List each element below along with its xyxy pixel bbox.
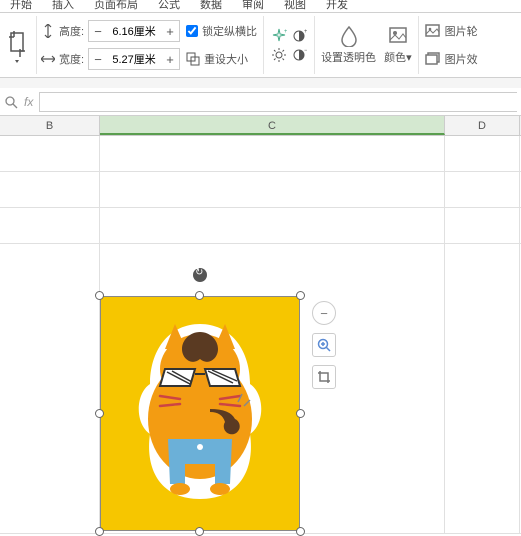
tab-review[interactable]: 审阅 [232,0,274,12]
formula-bar: fx [0,88,521,116]
reset-size-button[interactable]: 重设大小 [184,46,259,72]
set-transparent-label: 设置透明色 [321,49,376,65]
droplet-icon [338,25,360,47]
tab-insert[interactable]: 插入 [42,0,84,12]
height-label: 高度: [59,23,84,39]
col-header-b[interactable]: B [0,116,100,135]
width-minus-button[interactable]: − [89,49,107,69]
pic-border-button[interactable]: 图片轮 [425,18,478,44]
menu-tabs: 开始 插入 页面布局 公式 数据 审阅 视图 开发 [0,0,521,13]
crop-icon [317,370,331,384]
resize-handle-ne[interactable] [296,291,305,300]
spreadsheet-grid[interactable]: B C D [0,116,521,536]
resize-handle-w[interactable] [95,409,104,418]
lock-ratio-checkbox[interactable]: 锁定纵横比 [184,18,259,44]
pic-effect-label: 图片效 [445,51,478,67]
tab-formula[interactable]: 公式 [148,0,190,12]
tab-layout[interactable]: 页面布局 [84,0,148,12]
height-minus-button[interactable]: − [89,21,107,41]
set-transparent-button[interactable]: 设置透明色 [319,17,378,73]
resize-handle-s[interactable] [195,527,204,536]
size-group: 高度: − + 宽度: − + [41,17,180,73]
width-icon [41,52,55,66]
cat-illustration-icon [120,314,280,514]
selected-image[interactable] [100,296,300,531]
color-button[interactable]: 颜色▾ [382,17,414,73]
color-label: 颜色▾ [384,49,412,65]
height-input[interactable] [107,21,161,41]
pic-border-label: 图片轮 [445,23,478,39]
col-header-d[interactable]: D [445,116,520,135]
width-plus-button[interactable]: + [161,49,179,69]
svg-text:+: + [304,29,307,35]
sun-icon [271,47,287,63]
contrast-plus-icon: + [291,28,307,44]
image-float-toolbar: − [312,301,336,389]
col-header-c[interactable]: C [100,116,445,135]
sparkle-icon: + [271,28,287,44]
tab-dev[interactable]: 开发 [316,0,358,12]
tab-start[interactable]: 开始 [0,0,42,12]
svg-text:−: − [304,48,307,54]
width-spinner[interactable]: − + [88,48,180,70]
tab-view[interactable]: 视图 [274,0,316,12]
reset-size-label: 重设大小 [204,51,248,67]
resize-handle-nw[interactable] [95,291,104,300]
ribbon: 高度: − + 宽度: − + 锁定纵横比 重设大小 [0,13,521,78]
resize-handle-se[interactable] [296,527,305,536]
rotate-handle[interactable] [193,268,207,282]
color-icon [387,25,409,47]
magnify-plus-icon [317,338,331,352]
resize-handle-n[interactable] [195,291,204,300]
fx-label: fx [24,95,33,109]
crop-float-button[interactable] [312,365,336,389]
lock-ratio-label: 锁定纵横比 [202,23,257,39]
crop-tool[interactable] [2,17,32,73]
lock-reset-group: 锁定纵横比 重设大小 [184,17,259,73]
column-headers: B C D [0,116,521,136]
height-plus-button[interactable]: + [161,21,179,41]
border-icon [425,23,441,39]
resize-handle-sw[interactable] [95,527,104,536]
brightness-group[interactable]: + + − [268,17,310,73]
contrast-minus-icon: − [291,47,307,63]
formula-input[interactable] [39,92,517,112]
height-spinner[interactable]: − + [88,20,180,42]
zoom-in-button[interactable] [312,333,336,357]
lock-ratio-input[interactable] [186,25,198,37]
zoom-out-button[interactable]: − [312,301,336,325]
pic-effect-button[interactable]: 图片效 [425,46,478,72]
pic-style-group: 图片轮 图片效 [423,17,478,73]
tab-data[interactable]: 数据 [190,0,232,12]
height-icon [41,24,55,38]
image-content[interactable] [100,296,300,531]
zoom-icon[interactable] [4,95,18,109]
effect-icon [425,51,441,67]
svg-text:+: + [284,29,287,35]
resize-handle-e[interactable] [296,409,305,418]
width-input[interactable] [107,49,161,69]
width-label: 宽度: [59,51,84,67]
